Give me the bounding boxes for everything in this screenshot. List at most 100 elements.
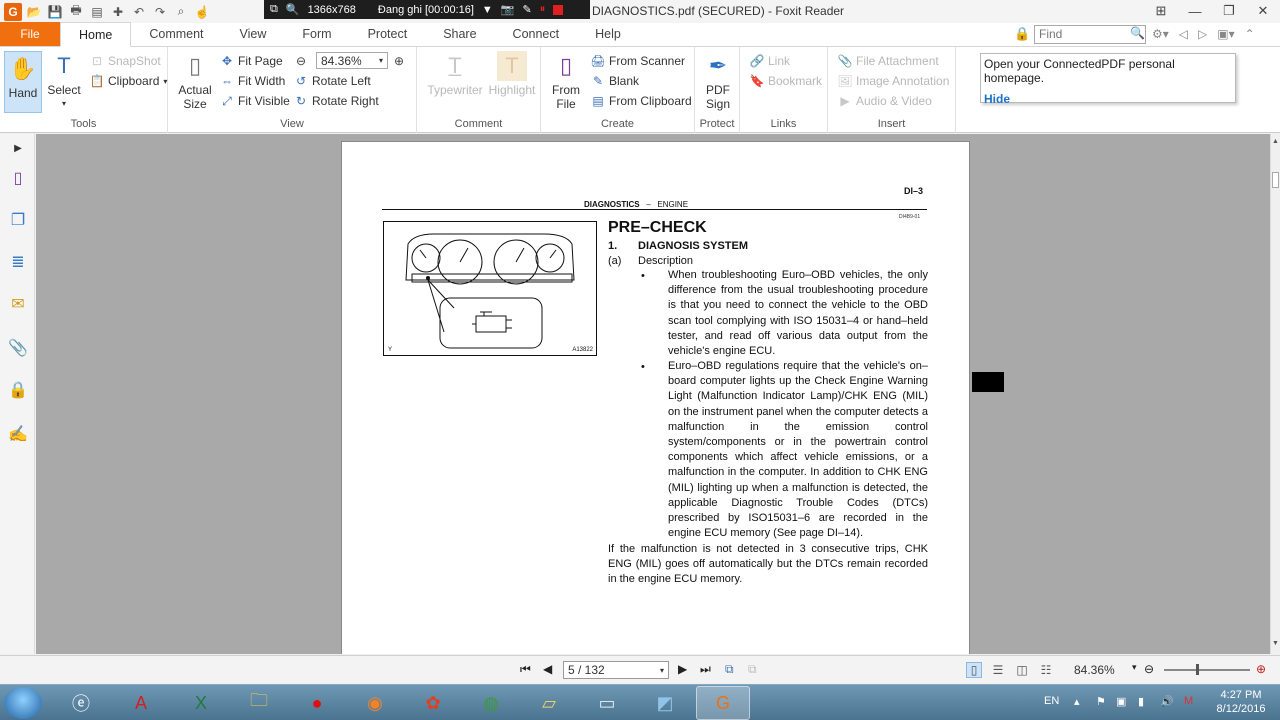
tray-m-icon[interactable]: M <box>1184 695 1193 707</box>
rotate-left-button[interactable]: ↺ Rotate Left <box>294 72 371 90</box>
clock[interactable]: 4:27 PM 8/12/2016 <box>1206 688 1276 716</box>
scroll-down-icon[interactable]: ▼ <box>1272 640 1279 647</box>
minimize-button[interactable]: — <box>1178 0 1212 22</box>
print-icon[interactable]: 🖶 <box>67 3 85 21</box>
camera-icon[interactable]: 📷 <box>501 3 515 16</box>
create-icon[interactable]: ✚ <box>109 3 127 21</box>
recorder-stop-icon[interactable] <box>553 4 564 15</box>
ie-icon[interactable]: ⓔ <box>54 686 108 720</box>
acrobat-icon[interactable]: A <box>114 686 168 720</box>
recorder-dropdown-icon[interactable]: ▼ <box>482 4 493 16</box>
flag-icon[interactable]: ⚑ <box>1096 695 1106 708</box>
typewriter-button[interactable]: T̲ Typewriter <box>425 51 485 98</box>
fit-page-button[interactable]: ✥ Fit Page <box>220 52 283 70</box>
search-icon[interactable]: ⌕ <box>172 3 190 21</box>
network-icon[interactable]: ▮ <box>1138 695 1144 708</box>
expand-panel-icon[interactable]: ▶ <box>8 138 28 158</box>
comments-icon[interactable]: ✉ <box>8 294 28 314</box>
audio-video-button[interactable]: ▶ Audio & Video <box>838 92 931 110</box>
next-view-icon[interactable]: ⧉ <box>748 662 757 677</box>
from-scanner-button[interactable]: 🖨 From Scanner <box>590 52 685 70</box>
continuous-view-icon[interactable]: ☰ <box>990 662 1006 678</box>
document-view[interactable]: DI–3 DIAGNOSTICS – ENGINE DI4B9-01 Y A13… <box>36 134 1270 654</box>
continuous-facing-view-icon[interactable]: ☷ <box>1038 662 1054 678</box>
tab-view[interactable]: View <box>222 22 285 46</box>
explorer-icon[interactable]: 🗀 <box>232 686 286 720</box>
screen-icon[interactable]: ▭ <box>580 686 634 720</box>
pen-icon[interactable]: ✎ <box>523 3 532 16</box>
from-file-button[interactable]: ▯ From File <box>549 51 583 112</box>
zoom-in-button[interactable]: ⊕ <box>392 52 406 70</box>
close-button[interactable]: ✕ <box>1246 0 1280 22</box>
tray-expand-icon[interactable]: ▴ <box>1074 695 1080 708</box>
bookmarks-icon[interactable]: ≣ <box>8 252 28 272</box>
prev-result-icon[interactable]: ◁ <box>1179 27 1188 41</box>
signature-panel-icon[interactable]: ✍ <box>8 424 28 444</box>
recorder-window-icon[interactable]: ⧉ <box>270 3 278 16</box>
tab-connect[interactable]: Connect <box>495 22 578 46</box>
firefox-icon[interactable]: ◉ <box>348 686 402 720</box>
tray-app-icon[interactable]: ▣ <box>1116 695 1126 708</box>
attachments-icon[interactable]: 📎 <box>8 338 28 358</box>
previous-view-icon[interactable]: ⧉ <box>725 662 734 677</box>
foxit-logo-icon[interactable]: G <box>4 2 22 21</box>
open-icon[interactable]: 📂 <box>25 3 43 21</box>
link-button[interactable]: 🔗 Link <box>750 52 790 70</box>
prev-page-icon[interactable]: ◀ <box>543 662 552 676</box>
layers-icon[interactable]: ❐ <box>8 210 28 230</box>
highlight-button[interactable]: T Highlight <box>487 51 537 97</box>
zoom-out-button[interactable]: ⊖ <box>294 52 308 70</box>
tab-home[interactable]: Home <box>60 22 132 47</box>
last-page-icon[interactable]: ⏭ <box>700 662 711 677</box>
tab-help[interactable]: Help <box>577 22 639 46</box>
scroll-thumb[interactable] <box>1272 172 1279 188</box>
account-icon[interactable]: ▣▾ <box>1217 27 1234 41</box>
foxit-taskbar-icon[interactable]: G <box>696 686 750 720</box>
recorder-app-icon[interactable]: ● <box>290 686 344 720</box>
select-button[interactable]: T Select ▾ <box>46 51 82 111</box>
app-icon-11[interactable]: ◩ <box>638 686 692 720</box>
fit-visible-button[interactable]: ⤢ Fit Visible <box>220 92 290 110</box>
from-clipboard-button[interactable]: ▤ From Clipboard <box>591 92 691 110</box>
restore-button[interactable]: ❐ <box>1212 0 1246 22</box>
start-button[interactable] <box>4 687 42 719</box>
ribbon-collapse-icon[interactable]: ⌃ <box>1245 27 1255 41</box>
pages-icon[interactable]: ▯ <box>8 168 28 188</box>
zoom-combo[interactable]: 84.36% ▾ <box>316 52 388 69</box>
tab-file[interactable]: File <box>0 22 60 46</box>
clipboard-button[interactable]: 📋 Clipboard ▾ <box>90 72 168 90</box>
find-search-icon[interactable]: 🔍 <box>1130 26 1145 40</box>
security-panel-icon[interactable]: 🔒 <box>8 380 28 400</box>
pdf-sign-button[interactable]: ✒ PDF Sign <box>701 51 735 112</box>
fit-width-button[interactable]: ⇔ Fit Width <box>220 72 285 90</box>
file-attachment-button[interactable]: 📎 File Attachment <box>838 52 939 70</box>
facing-view-icon[interactable]: ◫ <box>1014 662 1030 678</box>
volume-icon[interactable]: 🔊 <box>1160 695 1174 708</box>
vertical-scrollbar[interactable]: ▲ ▼ <box>1270 134 1280 654</box>
recorder-pause-icon[interactable]: ⏸ <box>540 3 546 16</box>
hand-button[interactable]: ✋ Hand <box>4 51 42 113</box>
bookmark-button[interactable]: 🔖 Bookmark <box>750 72 823 90</box>
single-page-view-icon[interactable]: ▯ <box>966 662 982 678</box>
zoom-slider[interactable] <box>1164 664 1250 675</box>
redo-icon[interactable]: ↷ <box>151 3 169 21</box>
tab-share[interactable]: Share <box>425 22 494 46</box>
status-zoom-in-icon[interactable]: ⊕ <box>1256 662 1266 676</box>
language-indicator[interactable]: EN <box>1044 695 1059 707</box>
save-icon[interactable]: 💾 <box>46 3 64 21</box>
status-zoom-out-icon[interactable]: ⊖ <box>1144 662 1154 676</box>
app-icon-7[interactable]: ✿ <box>406 686 460 720</box>
tab-form[interactable]: Form <box>284 22 349 46</box>
zoom-menu-icon[interactable]: ▾ <box>1132 662 1137 673</box>
popup-hide-link[interactable]: Hide <box>984 92 1232 106</box>
page-number-input[interactable]: 5 / 132 ▾ <box>563 661 669 679</box>
zoom-slider-thumb[interactable] <box>1196 664 1199 675</box>
notes-icon[interactable]: ▱ <box>522 686 576 720</box>
scroll-up-icon[interactable]: ▲ <box>1272 138 1279 145</box>
app-icon-8[interactable]: ◍ <box>464 686 518 720</box>
image-annotation-button[interactable]: 🖼 Image Annotation <box>837 72 949 90</box>
security-icon[interactable]: 🔒 <box>1014 26 1030 42</box>
snapshot-button[interactable]: ⊡ SnapShot <box>90 52 161 70</box>
rotate-right-button[interactable]: ↻ Rotate Right <box>294 92 379 110</box>
actual-size-button[interactable]: ▯ Actual Size <box>178 51 212 112</box>
